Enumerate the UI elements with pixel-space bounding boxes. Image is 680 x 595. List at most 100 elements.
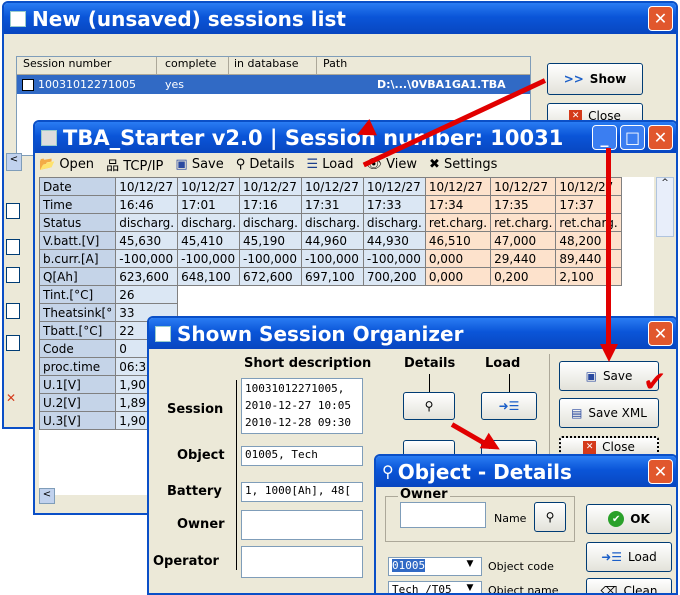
table-cell[interactable]: 672,600: [239, 267, 302, 286]
table-cell[interactable]: 17:33: [362, 195, 426, 214]
object-code-dropdown-icon[interactable]: ▼: [462, 559, 478, 574]
column-header[interactable]: Path: [317, 57, 530, 74]
table-cell[interactable]: 17:37: [555, 195, 622, 214]
table-cell[interactable]: 10/12/27: [239, 177, 302, 196]
table-cell[interactable]: discharg.: [239, 213, 302, 232]
side-button-4[interactable]: [6, 303, 20, 319]
settings-button[interactable]: ✖ Settings: [429, 157, 497, 172]
show-button[interactable]: >> Show: [547, 63, 643, 95]
column-header[interactable]: Session number: [17, 57, 157, 74]
table-cell[interactable]: 44,960: [300, 231, 364, 250]
table-cell[interactable]: 48,200: [555, 231, 622, 250]
sessions-list-titlebar[interactable]: New (unsaved) sessions list: [4, 3, 676, 34]
tcpip-button[interactable]: 品 TCP/IP: [106, 155, 163, 174]
table-cell[interactable]: 17:34: [424, 195, 492, 214]
session-details-button[interactable]: ⚲: [403, 392, 455, 420]
table-cell[interactable]: 0,000: [424, 267, 492, 286]
table-cell[interactable]: 623,600: [115, 267, 179, 286]
table-cell[interactable]: 89,440: [555, 249, 622, 268]
save-button[interactable]: ▣ Save: [175, 157, 223, 172]
table-cell[interactable]: 0,000: [424, 249, 492, 268]
table-cell[interactable]: ret.charg.: [424, 213, 492, 232]
table-cell[interactable]: 648,100: [177, 267, 241, 286]
table-cell[interactable]: 17:16: [239, 195, 302, 214]
table-cell[interactable]: 17:31: [300, 195, 364, 214]
load-button[interactable]: ➜☰ Load: [586, 542, 672, 572]
save-xml-button[interactable]: ▤ Save XML: [559, 398, 659, 428]
table-cell[interactable]: -100,000: [300, 249, 364, 268]
maximize-icon[interactable]: □: [620, 125, 645, 150]
table-row[interactable]: Tint.[°C] 26: [39, 285, 622, 304]
object-name-dropdown-icon[interactable]: ▼: [462, 583, 478, 593]
table-row[interactable]: V.batt.[V] 45,630 45,410 45,190 44,960 44,930…: [39, 231, 622, 250]
scroll-left-icon[interactable]: <: [6, 153, 22, 171]
table-row[interactable]: Q[Ah] 623,600 648,100 672,600 697,100 700,200…: [39, 267, 622, 286]
load-button[interactable]: ☰ Load: [306, 157, 353, 172]
table-cell[interactable]: 45,190: [239, 231, 302, 250]
table-cell[interactable]: 10/12/27: [555, 177, 622, 196]
vertical-scrollbar[interactable]: ^: [656, 177, 674, 237]
table-cell[interactable]: 44,930: [362, 231, 426, 250]
table-cell[interactable]: 10/12/27: [177, 177, 241, 196]
load-list-icon: ➜☰: [498, 399, 520, 413]
table-cell[interactable]: 0,200: [490, 267, 557, 286]
table-cell[interactable]: -100,000: [177, 249, 241, 268]
side-button-2[interactable]: [6, 239, 20, 255]
column-header[interactable]: in database: [229, 57, 317, 74]
owner-name-input[interactable]: [400, 502, 486, 528]
column-header[interactable]: complete: [157, 57, 229, 74]
clean-button[interactable]: ⌫ Clean: [586, 578, 672, 593]
table-cell[interactable]: 697,100: [300, 267, 364, 286]
details-titlebar[interactable]: ⚲ Object - Details: [376, 456, 676, 487]
table-cell[interactable]: 10/12/27: [362, 177, 426, 196]
side-close-icon[interactable]: ✕: [6, 391, 20, 407]
table-cell[interactable]: discharg.: [115, 213, 179, 232]
table-cell[interactable]: 700,200: [362, 267, 426, 286]
table-cell[interactable]: ret.charg.: [555, 213, 622, 232]
table-cell[interactable]: 26: [115, 285, 179, 304]
table-cell[interactable]: 45,630: [115, 231, 179, 250]
table-cell[interactable]: discharg.: [300, 213, 364, 232]
table-row[interactable]: Status discharg. discharg. discharg. dischar…: [39, 213, 622, 232]
table-cell[interactable]: discharg.: [177, 213, 241, 232]
table-cell[interactable]: 10/12/27: [115, 177, 179, 196]
starter-close-icon[interactable]: ✕: [648, 125, 673, 150]
table-cell[interactable]: 2,100: [555, 267, 622, 286]
table-cell[interactable]: 10/12/27: [300, 177, 364, 196]
organizer-close-icon[interactable]: ✕: [648, 321, 673, 346]
details-close-icon[interactable]: ✕: [648, 459, 673, 484]
table-cell[interactable]: 47,000: [490, 231, 557, 250]
side-button-3[interactable]: [6, 267, 20, 283]
session-load-button[interactable]: ➜☰: [481, 392, 537, 420]
ok-button[interactable]: ✔ OK: [586, 504, 672, 534]
table-cell[interactable]: 17:01: [177, 195, 241, 214]
table-row[interactable]: Date 10/12/27 10/12/27 10/12/27 10/12/27 10/1…: [39, 177, 622, 196]
table-cell[interactable]: -100,000: [115, 249, 179, 268]
table-cell[interactable]: discharg.: [362, 213, 426, 232]
table-row[interactable]: Time 16:46 17:01 17:16 17:31 17:33 17:34 17:35 1…: [39, 195, 622, 214]
sessions-list-title: New (unsaved) sessions list: [32, 6, 346, 31]
table-cell[interactable]: 29,440: [490, 249, 557, 268]
side-button-5[interactable]: [6, 335, 20, 351]
organizer-titlebar[interactable]: Shown Session Organizer: [149, 318, 676, 349]
details-button[interactable]: ⚲ Details: [236, 157, 295, 172]
minimize-icon[interactable]: _: [592, 125, 617, 150]
table-cell[interactable]: ret.charg.: [490, 213, 557, 232]
table-cell[interactable]: 10/12/27: [490, 177, 557, 196]
sessions-close-icon[interactable]: ✕: [648, 6, 673, 31]
side-button-1[interactable]: [6, 203, 20, 219]
owner-search-button[interactable]: ⚲: [534, 502, 566, 532]
table-cell[interactable]: 46,510: [424, 231, 492, 250]
table-cell[interactable]: 16:46: [115, 195, 179, 214]
table-cell[interactable]: 17:35: [490, 195, 557, 214]
row-checkbox[interactable]: [22, 78, 34, 91]
horizontal-scroll-left-icon[interactable]: <: [39, 488, 55, 504]
scroll-up-icon[interactable]: ^: [657, 178, 673, 194]
table-cell[interactable]: 10/12/27: [424, 177, 492, 196]
table-cell[interactable]: -100,000: [239, 249, 302, 268]
table-row[interactable]: b.curr.[A] -100,000 -100,000 -100,000 -100,0…: [39, 249, 622, 268]
table-cell[interactable]: 45,410: [177, 231, 241, 250]
open-button[interactable]: 📂 Open: [39, 157, 94, 172]
table-row[interactable]: 10031012271005 yes D:\...\0VBA1GA1.TBA: [17, 75, 530, 94]
table-cell[interactable]: -100,000: [362, 249, 426, 268]
